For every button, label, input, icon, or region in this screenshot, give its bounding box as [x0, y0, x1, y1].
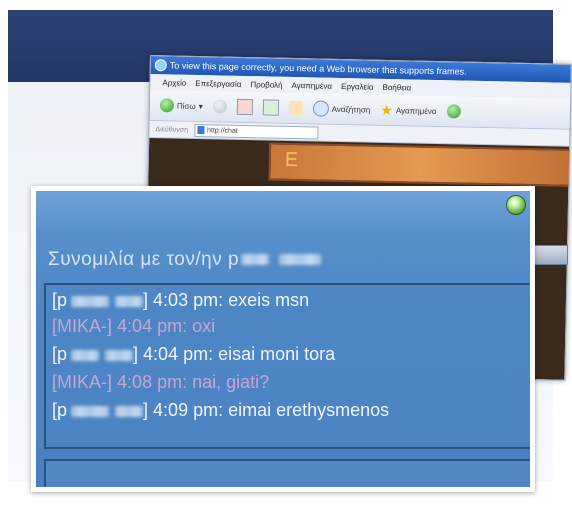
status-orb-icon	[506, 195, 526, 215]
redacted-name	[105, 349, 134, 361]
ie-icon	[154, 59, 167, 72]
menu-tools[interactable]: Εργαλεία	[341, 82, 374, 92]
chat-message: [p] 4:04 pm: eisai moni tora	[52, 344, 336, 364]
address-input[interactable]: http://chat	[193, 123, 319, 140]
refresh-button[interactable]	[262, 99, 279, 116]
star-icon: ★	[380, 101, 394, 118]
site-banner-text: Ε	[284, 148, 299, 172]
menu-favorites[interactable]: Αγαπημένα	[291, 80, 332, 90]
message-sender: p	[57, 344, 68, 364]
home-button[interactable]	[288, 100, 303, 116]
chat-message: [MIKA-] 4:08 pm: nai, giati?	[52, 372, 270, 392]
menu-help[interactable]: Βοήθεια	[382, 82, 411, 92]
message-sender: MIKA-	[57, 316, 108, 336]
search-button[interactable]: Αναζήτηση	[312, 100, 371, 117]
search-icon	[312, 100, 329, 117]
back-button[interactable]: Πίσω ▾	[159, 98, 203, 113]
message-text: eimai erethysmenos	[228, 400, 390, 420]
message-text: exeis msn	[228, 290, 310, 310]
chat-message: [p] 4:03 pm: exeis msn	[52, 290, 310, 310]
message-time: 4:04 pm:	[117, 316, 188, 336]
address-value: http://chat	[206, 126, 238, 135]
menu-view[interactable]: Προβολή	[250, 80, 282, 90]
stop-button[interactable]	[236, 98, 253, 116]
chevron-down-icon: ▾	[198, 101, 203, 111]
redacted-name	[115, 405, 144, 417]
redacted-name	[71, 349, 100, 361]
chat-window: Συνομιλία με τον/ην p [p] 4:03 pm: exeis…	[31, 186, 535, 492]
chat-log[interactable]: [p] 4:03 pm: exeis msn [MIKA-] 4:04 pm: …	[44, 283, 530, 449]
menu-file[interactable]: Αρχείο	[162, 78, 186, 87]
message-text: oxi	[192, 316, 216, 336]
message-time: 4:03 pm:	[153, 290, 224, 310]
message-text: eisai moni tora	[218, 344, 336, 364]
favorites-button[interactable]: ★ Αγαπημένα	[380, 101, 436, 119]
message-sender: p	[57, 290, 68, 310]
window-control-button[interactable]	[534, 245, 568, 265]
chat-message: [p] 4:09 pm: eimai erethysmenos	[52, 400, 390, 420]
message-time: 4:09 pm:	[153, 400, 224, 420]
message-time: 4:04 pm:	[143, 344, 214, 364]
message-sender: p	[57, 400, 68, 420]
back-arrow-icon	[159, 98, 175, 113]
chat-titlebar	[36, 191, 530, 231]
redacted-name	[71, 405, 110, 417]
favorites-label: Αγαπημένα	[395, 105, 437, 116]
redacted-name	[115, 295, 144, 307]
message-sender: MIKA-	[57, 372, 108, 392]
chat-title: Συνομιλία με τον/ην p	[48, 249, 322, 271]
redacted-name	[279, 254, 322, 266]
message-time: 4:08 pm:	[117, 372, 188, 392]
search-label: Αναζήτηση	[331, 104, 371, 115]
page-icon	[196, 126, 205, 135]
menu-edit[interactable]: Επεξεργασία	[195, 78, 241, 88]
chat-title-text: Συνομιλία με τον/ην p	[48, 249, 240, 270]
address-label: Διεύθυνση	[155, 125, 189, 134]
forward-button[interactable]	[212, 99, 227, 114]
history-button[interactable]	[446, 104, 461, 119]
redacted-name	[241, 254, 270, 266]
chat-input[interactable]	[44, 459, 530, 487]
redacted-name	[71, 295, 110, 307]
chat-message: [MIKA-] 4:04 pm: oxi	[52, 316, 216, 336]
back-label: Πίσω	[176, 101, 196, 111]
site-banner: Ε	[268, 142, 572, 187]
message-text: nai, giati?	[192, 372, 270, 392]
